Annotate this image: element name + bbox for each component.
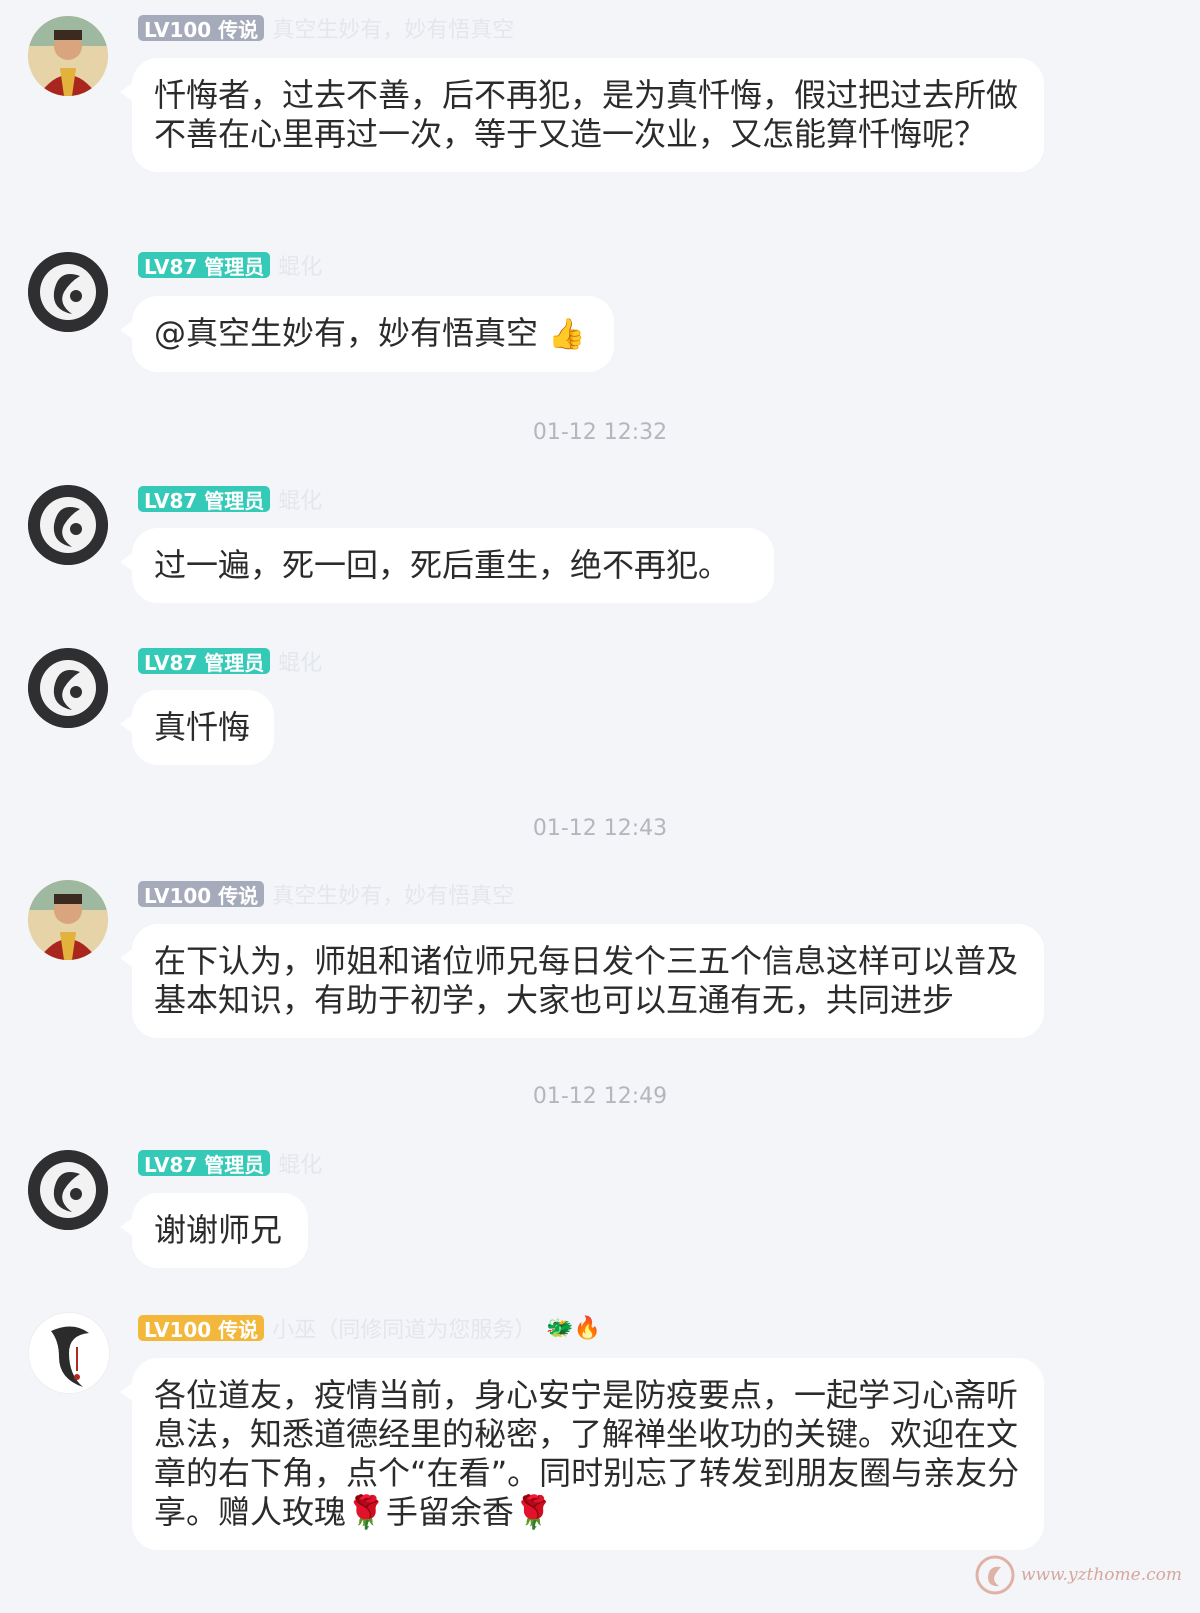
level-badge: LV87 管理员 bbox=[138, 486, 271, 513]
message-text: 谢谢师兄 bbox=[154, 1211, 283, 1249]
sender-meta: LV87 管理员 蜫化 bbox=[138, 1147, 322, 1179]
sender-meta: LV100 传说 真空生妙有，妙有悟真空 bbox=[138, 878, 514, 910]
level-badge: LV87 管理员 bbox=[138, 648, 271, 675]
watermark: www.yzthome.com bbox=[975, 1555, 1182, 1595]
avatar[interactable] bbox=[28, 880, 108, 960]
message-bubble[interactable]: @真空生妙有，妙有悟真空 👍 bbox=[120, 296, 614, 372]
swirl-logo-icon bbox=[975, 1555, 1015, 1595]
sender-name[interactable]: 真空生妙有，妙有悟真空 bbox=[272, 878, 514, 910]
sender-meta: LV87 管理员 蜫化 bbox=[138, 483, 322, 515]
message-bubble[interactable]: 谢谢师兄 bbox=[120, 1193, 308, 1268]
message-bubble[interactable]: 忏悔者，过去不善，后不再犯，是为真忏悔，假过把过去所做不善在心里再过一次，等于又… bbox=[120, 58, 1044, 172]
message-text: @真空生妙有，妙有悟真空 bbox=[154, 314, 539, 352]
avatar[interactable] bbox=[28, 1312, 110, 1394]
sender-name[interactable]: 蜫化 bbox=[278, 249, 322, 281]
avatar[interactable] bbox=[28, 1150, 108, 1230]
message-text: 过一遍，死一回，死后重生，绝不再犯。 bbox=[154, 546, 731, 584]
sender-meta: LV87 管理员 蜫化 bbox=[138, 249, 322, 281]
sender-name[interactable]: 蜫化 bbox=[278, 1147, 322, 1179]
timestamp: 01-12 12:32 bbox=[532, 420, 668, 445]
message-text: 忏悔者，过去不善，后不再犯，是为真忏悔，假过把过去所做不善在心里再过一次，等于又… bbox=[154, 76, 1019, 153]
avatar[interactable] bbox=[28, 252, 108, 332]
level-badge: LV100 传说 bbox=[138, 881, 265, 908]
message-bubble[interactable]: 在下认为，师姐和诸位师兄每日发个三五个信息这样可以普及基本知识，有助于初学，大家… bbox=[120, 924, 1044, 1038]
sender-name[interactable]: 蜫化 bbox=[278, 483, 322, 515]
avatar[interactable] bbox=[28, 485, 108, 565]
message-text: 真忏悔 bbox=[154, 708, 251, 746]
sender-meta: LV100 传说 真空生妙有，妙有悟真空 bbox=[138, 12, 514, 44]
message-bubble[interactable]: 各位道友，疫情当前，身心安宁是防疫要点，一起学习心斋听息法，知悉道德经里的秘密，… bbox=[120, 1358, 1044, 1550]
avatar[interactable] bbox=[28, 16, 108, 96]
sender-name[interactable]: 真空生妙有，妙有悟真空 bbox=[272, 12, 514, 44]
message-text: 各位道友，疫情当前，身心安宁是防疫要点，一起学习心斋听息法，知悉道德经里的秘密，… bbox=[154, 1376, 1020, 1531]
message-bubble[interactable]: 真忏悔 bbox=[120, 690, 274, 765]
sender-meta: LV100 传说 小巫（同修同道为您服务） 🐲🔥 bbox=[138, 1312, 601, 1344]
timestamp: 01-12 12:43 bbox=[532, 816, 668, 841]
level-badge: LV87 管理员 bbox=[138, 1150, 271, 1177]
level-badge: LV100 传说 bbox=[138, 15, 265, 42]
sender-meta: LV87 管理员 蜫化 bbox=[138, 645, 322, 677]
message-bubble[interactable]: 过一遍，死一回，死后重生，绝不再犯。 bbox=[120, 528, 774, 603]
watermark-text: www.yzthome.com bbox=[1020, 1565, 1182, 1585]
level-badge: LV100 传说 bbox=[138, 1315, 265, 1342]
thumbs-up-icon: 👍 bbox=[548, 317, 586, 352]
message-text: 在下认为，师姐和诸位师兄每日发个三五个信息这样可以普及基本知识，有助于初学，大家… bbox=[154, 942, 1019, 1019]
dragon-fire-icon: 🐲🔥 bbox=[546, 1315, 601, 1341]
chat-history: LV100 传说 真空生妙有，妙有悟真空 忏悔者，过去不善，后不再犯，是为真忏悔… bbox=[0, 0, 1200, 1613]
avatar[interactable] bbox=[28, 648, 108, 728]
level-badge: LV87 管理员 bbox=[138, 252, 271, 279]
timestamp: 01-12 12:49 bbox=[532, 1084, 668, 1109]
sender-name[interactable]: 小巫（同修同道为您服务） bbox=[272, 1312, 536, 1344]
sender-name[interactable]: 蜫化 bbox=[278, 645, 322, 677]
